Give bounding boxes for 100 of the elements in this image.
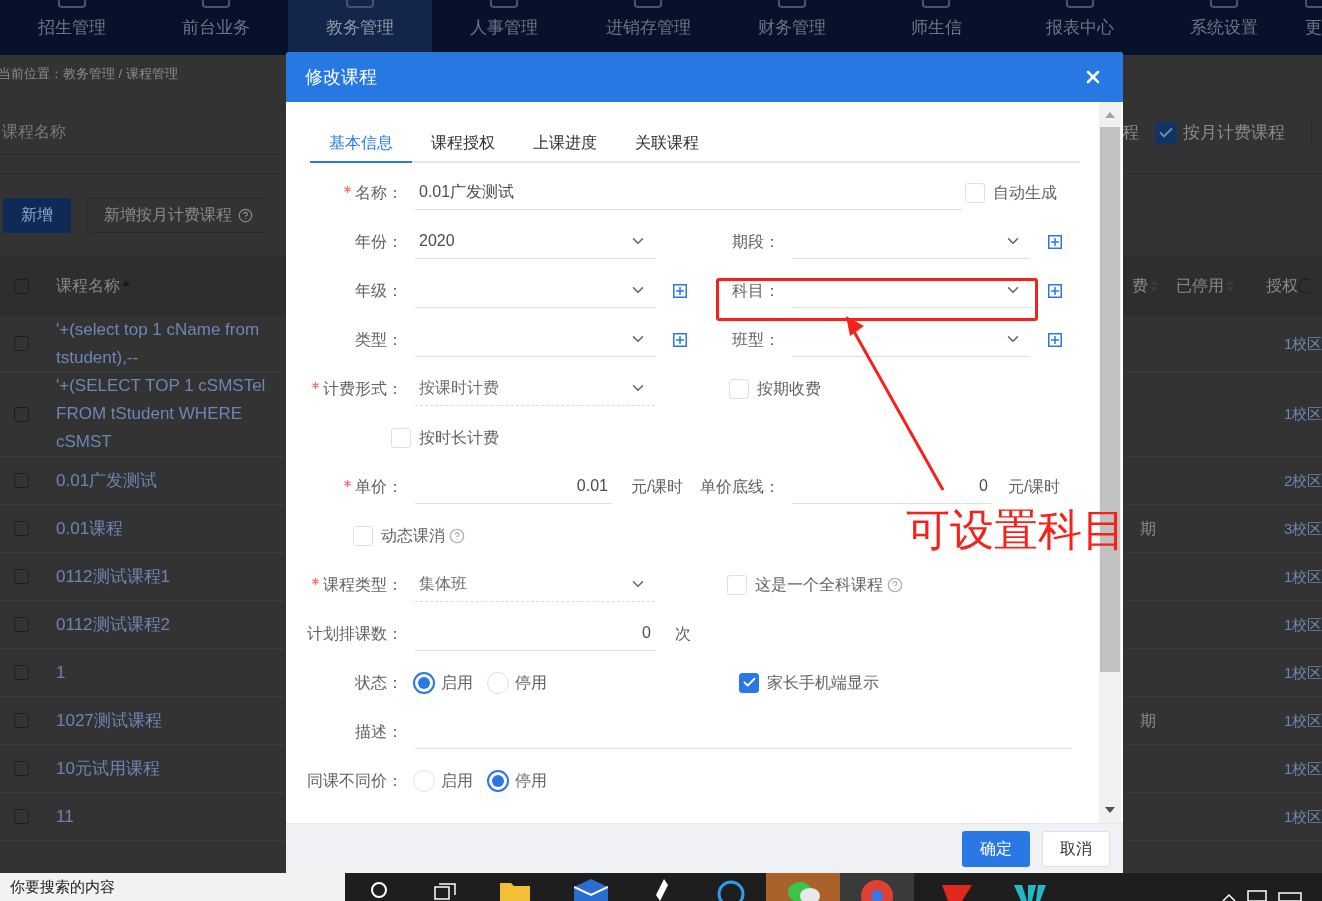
checkbox[interactable] [1155, 121, 1177, 144]
course-link[interactable]: 10元试用课程 [42, 754, 286, 783]
breadcrumb: 当前位置：教务管理 / 课程管理 [0, 64, 178, 83]
nav-tab[interactable]: 报表中心 [1008, 0, 1152, 55]
course-link[interactable]: 0112测试课程2 [42, 610, 286, 639]
field-label: 年级： [355, 280, 403, 301]
course-link[interactable]: 1 [42, 658, 286, 687]
nav-icon [1066, 0, 1094, 8]
field-label: 计费形式： [323, 378, 403, 399]
tab[interactable]: 关联课程 [616, 125, 718, 163]
tab[interactable]: 课程授权 [412, 125, 514, 163]
campus-link[interactable]: 1校区 [1284, 615, 1322, 633]
nav-icon [922, 0, 950, 8]
radio-label: 启用 [441, 770, 473, 791]
checkbox-label: 按时长计费 [419, 427, 499, 448]
field-label: 描述： [355, 721, 403, 742]
nav-tab[interactable]: 教务管理 [288, 0, 432, 55]
field-label: 名称： [355, 182, 403, 203]
course-link[interactable]: 0112测试课程1 [42, 562, 286, 591]
campus-link[interactable]: 1校区 [1284, 807, 1322, 825]
course-link[interactable]: 0.01广发测试 [42, 466, 286, 495]
field-label: 单价底线： [700, 476, 780, 497]
dialog-title: 修改课程 [305, 65, 377, 89]
task-view-icon[interactable] [434, 883, 456, 901]
tab[interactable]: 基本信息 [310, 125, 412, 163]
radio-button[interactable] [413, 671, 435, 694]
taskbar-search-field[interactable]: 你要搜索的内容 [0, 873, 345, 901]
campus-link[interactable]: 1校区 [1284, 663, 1322, 681]
tray-icon[interactable] [1278, 891, 1302, 901]
campus-link[interactable]: 1校区 [1284, 334, 1322, 352]
campus-link[interactable]: 1校区 [1284, 405, 1322, 422]
course-link[interactable]: 0.01课程 [42, 514, 286, 543]
number-field[interactable]: 0.01 [415, 469, 612, 504]
chevron-up-icon[interactable] [1222, 893, 1236, 901]
search-icon[interactable] [370, 881, 390, 901]
tray-icon[interactable] [1246, 889, 1268, 901]
table-cell: 期 [1140, 711, 1156, 729]
nav-icon [346, 0, 374, 8]
checkbox-label: 家长手机端显示 [767, 672, 879, 693]
add-icon[interactable] [1048, 332, 1062, 347]
add-icon[interactable] [1048, 234, 1062, 249]
scroll-up-icon[interactable] [1105, 112, 1115, 118]
checkbox-label: 动态课消 [381, 525, 445, 546]
add-monthly-button[interactable]: 新增按月计费课程 [87, 197, 270, 233]
cancel-button[interactable]: 取消 [1042, 830, 1110, 867]
field-label: 单价： [355, 476, 403, 497]
number-field[interactable]: 0 [415, 616, 655, 651]
nav-tab[interactable]: 进销存管理 [576, 0, 720, 55]
column-header[interactable]: 费 [1132, 274, 1176, 298]
add-icon[interactable] [673, 283, 687, 298]
checkbox-label: 这是一个全科课程 [755, 574, 883, 595]
nav-tab[interactable]: 师生信 [864, 0, 1008, 55]
field-label: 班型： [732, 329, 780, 350]
course-link[interactable]: 11 [42, 802, 286, 831]
confirm-button[interactable]: 确定 [962, 830, 1030, 867]
nav-icon [778, 0, 806, 8]
course-link[interactable]: 1027测试课程 [42, 706, 286, 735]
column-header[interactable]: 授权 [1266, 274, 1322, 298]
campus-link[interactable]: 1校区 [1284, 711, 1322, 729]
field-label: 科目： [732, 280, 780, 301]
radio-label: 启用 [441, 672, 473, 693]
campus-link[interactable]: 2校区 [1284, 471, 1322, 489]
nav-tab[interactable]: 系统设置 [1152, 0, 1296, 55]
nav-tab[interactable]: 人事管理 [432, 0, 576, 55]
filter-label: 程 [1122, 121, 1139, 144]
nav-icon [490, 0, 518, 8]
chat-icon[interactable] [786, 879, 820, 901]
checkbox[interactable] [739, 672, 759, 693]
checkbox-label: 自动生成 [993, 182, 1057, 203]
radio-button[interactable] [487, 769, 509, 792]
add-icon[interactable] [1048, 283, 1062, 298]
chrome-icon[interactable] [860, 879, 894, 901]
number-field[interactable]: 0 [792, 469, 992, 504]
add-icon[interactable] [673, 332, 687, 347]
tab[interactable]: 上课进度 [514, 125, 616, 163]
add-button[interactable]: 新增 [3, 197, 71, 233]
table-cell: 期 [1140, 519, 1156, 537]
dropdown-field[interactable]: 2020 [415, 224, 655, 259]
field-label: 计划排课数： [307, 623, 403, 644]
nav-tab[interactable]: 更 [1296, 0, 1322, 55]
campus-link[interactable]: 1校区 [1284, 567, 1322, 585]
unit-label: 次 [675, 623, 691, 644]
field-label: 类型： [355, 329, 403, 350]
campus-link[interactable]: 1校区 [1284, 759, 1322, 777]
checkbox-label: 按期收费 [757, 378, 821, 399]
scroll-down-icon[interactable] [1105, 807, 1115, 813]
nav-tab[interactable]: 前台业务 [144, 0, 288, 55]
column-header[interactable]: 已停用 [1176, 274, 1266, 298]
browser-icon[interactable] [716, 879, 746, 901]
mail-icon[interactable] [574, 879, 608, 901]
column-header[interactable]: 课程名称 [42, 274, 286, 298]
course-link[interactable]: '+(SELECT TOP 1 cSMSTel FROM tStudent WHERE cSMST [42, 372, 286, 456]
name-field[interactable]: 0.01广发测试 [415, 175, 962, 210]
field-label: 同课不同价： [307, 770, 403, 791]
field-label: 年份： [355, 231, 403, 252]
course-link[interactable]: '+(select top 1 cName from tstudent),-- [42, 315, 286, 372]
campus-link[interactable]: 3校区 [1284, 519, 1322, 537]
unit-label: 元/课时 [1008, 476, 1061, 497]
nav-tab[interactable]: 财务管理 [720, 0, 864, 55]
nav-tab[interactable]: 招生管理 [0, 0, 144, 55]
